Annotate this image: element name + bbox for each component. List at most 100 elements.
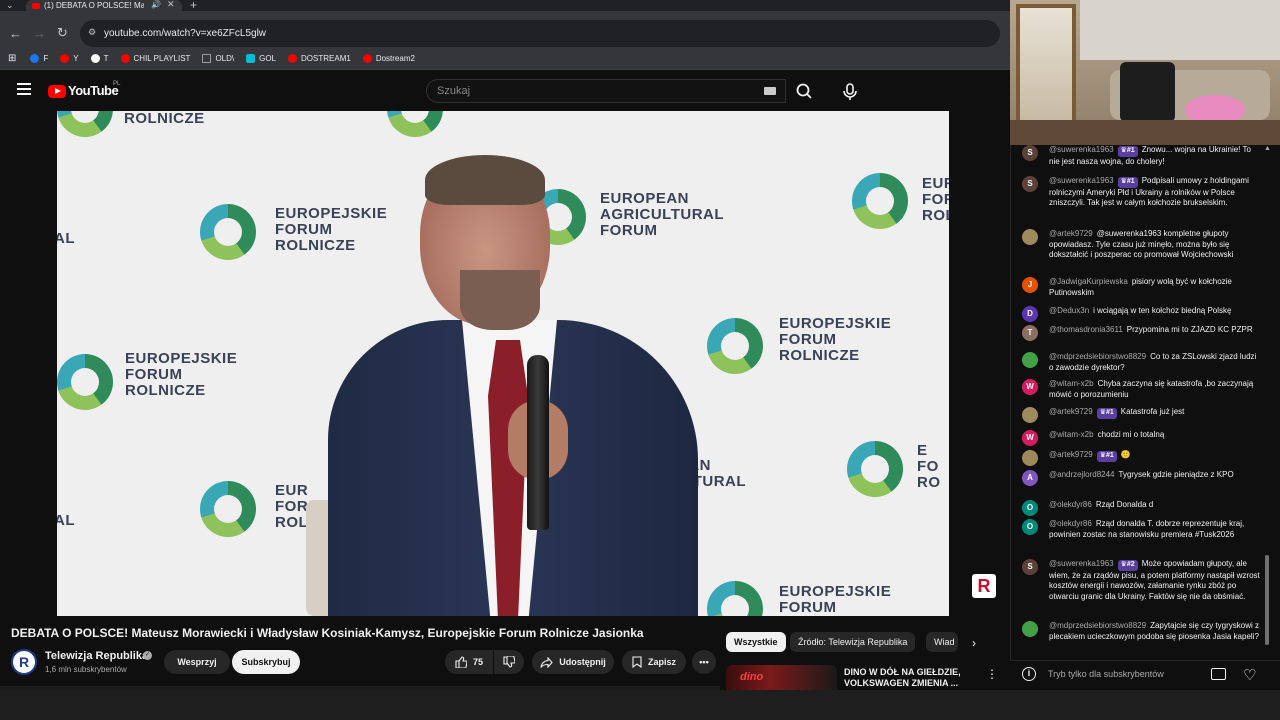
chat-avatar[interactable]: S: [1022, 176, 1038, 192]
bookmark-item[interactable]: Y: [60, 54, 79, 63]
heart-icon[interactable]: ♡: [1243, 666, 1256, 684]
bookmark-item[interactable]: CHIL PLAYLIST: [120, 54, 190, 63]
chat-message[interactable]: S @suwerenka1963 ♛#1 Podpisali umowy z hold…: [1022, 176, 1260, 209]
chat-avatar[interactable]: [1022, 229, 1038, 245]
chat-message[interactable]: S @suwerenka1963 ♛#1 Znowu... wojna na Ukra…: [1022, 145, 1260, 167]
video-player[interactable]: ROLNICZE EUROPEJSKIE FORUM ROLNICZE EUROPE…: [57, 111, 949, 616]
chip-source[interactable]: Źródło: Telewizja Republika: [790, 632, 916, 652]
chat-mode-icon[interactable]: [1211, 668, 1226, 680]
chat-message[interactable]: @artek9729 @suwerenka1963 kompletne głupo…: [1022, 229, 1260, 261]
chat-author[interactable]: @andrzejlord8244: [1049, 470, 1115, 479]
youtube-country-code: PL: [113, 81, 121, 87]
chat-avatar[interactable]: O: [1022, 519, 1038, 535]
chat-message[interactable]: J @JadwigaKurpiewska pisiory wolą być w ko…: [1022, 277, 1260, 298]
chat-message[interactable]: O @olekdyr86 Rząd Donalda d: [1022, 500, 1260, 516]
site-info-icon[interactable]: ⚙: [88, 27, 96, 38]
bookmark-item[interactable]: DOSTREAM1: [288, 54, 351, 63]
kebab-menu-icon[interactable]: ⋮: [986, 667, 998, 681]
save-button[interactable]: Zapisz: [622, 650, 686, 674]
back-icon[interactable]: ←: [9, 26, 22, 41]
forward-icon[interactable]: →: [33, 26, 46, 41]
address-bar[interactable]: ⚙ youtube.com/watch?v=xe6ZFcL5glw: [80, 20, 1000, 47]
chat-author[interactable]: @suwerenka1963: [1049, 145, 1114, 154]
chat-author[interactable]: @witam-x2b: [1049, 379, 1094, 388]
chat-avatar[interactable]: S: [1022, 559, 1038, 575]
chat-author[interactable]: @mdprzedsiebiorstwo8829: [1049, 352, 1146, 361]
channel-name[interactable]: Telewizja Republika: [45, 650, 148, 662]
forum-logo-icon: [847, 441, 903, 497]
chat-message[interactable]: D @Deduх3n i wciągają w ten kołchoz biedną…: [1022, 306, 1260, 322]
chat-author[interactable]: @thomasdronia3611: [1049, 325, 1123, 334]
bookmark-item[interactable]: Dostream2: [362, 54, 415, 63]
bookmark-item[interactable]: T: [90, 54, 109, 63]
menu-icon[interactable]: [17, 83, 31, 95]
chat-message[interactable]: S @suwerenka1963 ♛#2 Może opowiadam głupoty…: [1022, 559, 1260, 602]
apps-grid-icon[interactable]: ⊞: [8, 53, 16, 64]
chat-avatar[interactable]: D: [1022, 306, 1038, 322]
forum-logo-icon: [200, 204, 256, 260]
channel-avatar[interactable]: R: [11, 649, 37, 675]
chat-author[interactable]: @witam-x2b: [1049, 430, 1094, 439]
chat-author[interactable]: @JadwigaKurpiewska: [1049, 277, 1128, 286]
chat-avatar[interactable]: S: [1022, 145, 1038, 161]
chat-author[interactable]: @artek9729: [1049, 450, 1093, 459]
search-button[interactable]: [786, 79, 824, 103]
chat-message[interactable]: W @witam-x2b Chyba zaczyna się katastrofa …: [1022, 379, 1260, 400]
chip-all[interactable]: Wszystkie: [726, 632, 786, 652]
chat-avatar[interactable]: O: [1022, 500, 1038, 516]
bookmark-folder[interactable]: OLD\: [202, 54, 234, 63]
chat-avatar[interactable]: W: [1022, 379, 1038, 395]
voice-search-button[interactable]: [838, 80, 862, 104]
chat-message[interactable]: O @olekdyr86 Rząd donalda T. dobrze reprez…: [1022, 519, 1260, 540]
chat-author[interactable]: @Deduх3n: [1049, 306, 1089, 315]
chat-message[interactable]: @artek9729 ♛#1 Katastrofa już jest: [1022, 407, 1260, 423]
chat-avatar[interactable]: J: [1022, 277, 1038, 293]
chat-scrollbar[interactable]: [1265, 555, 1269, 645]
address-url: youtube.com/watch?v=xe6ZFcL5glw: [104, 28, 267, 39]
tab-close-icon[interactable]: ✕: [167, 0, 175, 10]
recommended-title[interactable]: DINO W DÓŁ NA GIEŁDZIE, VOLKSWAGEN ZMIEN…: [844, 667, 974, 689]
join-button[interactable]: Wesprzyj: [164, 650, 230, 674]
tab-search-icon[interactable]: ⌄: [6, 0, 14, 11]
chat-avatar[interactable]: [1022, 352, 1038, 368]
scroll-up-icon[interactable]: ▲: [1264, 145, 1271, 152]
chat-avatar[interactable]: [1022, 450, 1038, 466]
bookmark-item[interactable]: GOL: [246, 54, 276, 63]
chat-author[interactable]: @artek9729: [1049, 407, 1093, 416]
info-icon[interactable]: i: [1022, 667, 1036, 681]
chat-author[interactable]: @suwerenka1963: [1049, 559, 1114, 568]
chat-message[interactable]: @mdprzedsiebiorstwo8829 Zapytajcie się cz…: [1022, 621, 1260, 642]
chat-author[interactable]: @suwerenka1963: [1049, 176, 1114, 185]
chat-message[interactable]: @artek9729 ♛#1 🙂: [1022, 450, 1260, 466]
chat-author[interactable]: @olekdyr86: [1049, 519, 1092, 528]
share-button[interactable]: Udostępnij: [532, 650, 614, 674]
keyboard-icon[interactable]: [764, 87, 776, 95]
subscribe-button[interactable]: Subskrybuj: [232, 650, 300, 674]
like-button[interactable]: 75: [445, 650, 493, 674]
chat-message[interactable]: A @andrzejlord8244 Tygrysek gdzie pieniądz…: [1022, 470, 1260, 486]
chat-message[interactable]: @mdprzedsiebiorstwo8829 Co to za ZSLowski…: [1022, 352, 1260, 373]
youtube-logo-text[interactable]: YouTube: [68, 83, 119, 98]
chevron-right-icon[interactable]: ›: [972, 636, 976, 650]
tab-audio-icon[interactable]: 🔊: [151, 0, 161, 9]
chat-author[interactable]: @artek9729: [1049, 229, 1093, 238]
chat-avatar[interactable]: A: [1022, 470, 1038, 486]
channel-watermark-icon[interactable]: R: [972, 574, 996, 598]
chip-news[interactable]: Wiad: [926, 632, 958, 652]
chat-avatar[interactable]: [1022, 407, 1038, 423]
reload-icon[interactable]: ↻: [57, 25, 68, 41]
chat-author[interactable]: @olekdyr86: [1049, 500, 1092, 509]
tab-title: (1) DEBATA O POLSCE! Mat: [44, 1, 144, 10]
youtube-logo-icon[interactable]: [48, 85, 66, 98]
search-input[interactable]: Szukaj: [426, 79, 786, 103]
chat-avatar[interactable]: W: [1022, 430, 1038, 446]
recommended-thumbnail[interactable]: dino: [726, 665, 837, 693]
chat-avatar[interactable]: T: [1022, 325, 1038, 341]
chat-avatar[interactable]: [1022, 621, 1038, 637]
chat-author[interactable]: @mdprzedsiebiorstwo8829: [1049, 621, 1146, 630]
dislike-button[interactable]: [494, 650, 524, 674]
bookmark-item[interactable]: F: [30, 54, 48, 63]
more-actions-icon[interactable]: •••: [692, 650, 716, 674]
chat-message[interactable]: T @thomasdronia3611 Przypomina mi to ZJAZD…: [1022, 325, 1260, 341]
chat-message[interactable]: W @witam-x2b chodzi mi o totalną: [1022, 430, 1260, 446]
